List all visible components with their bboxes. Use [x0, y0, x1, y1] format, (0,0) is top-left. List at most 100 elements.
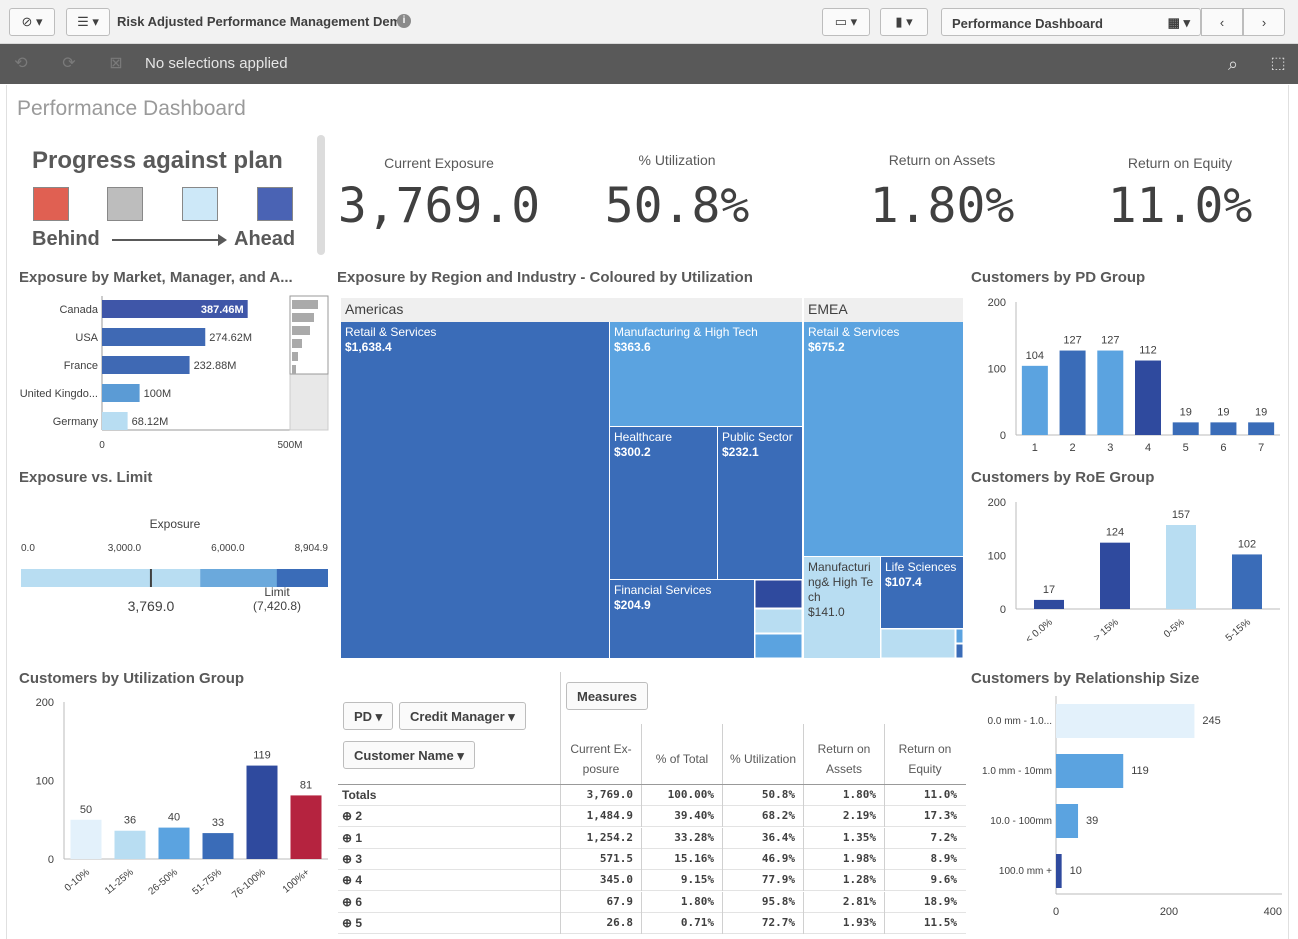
table-cell: 26.8 [560, 912, 641, 934]
table-cell: 95.8% [722, 891, 803, 913]
treemap-tile-value: $1,638.4 [345, 340, 392, 354]
sheet-selector[interactable]: Performance Dashboard ▦ ▾ [941, 8, 1201, 36]
relationship-size-chart[interactable]: 0.0 mm - 1.0... 245 1.0 mm - 10mm 119 10.0 -… [970, 692, 1285, 920]
market-exposure-chart[interactable]: Canada 387.46M USA 274.62M France 232.88M Unit… [18, 292, 330, 454]
dimension-pd-button[interactable]: PD ▾ [343, 702, 394, 730]
bar[interactable] [202, 833, 234, 859]
table-cell: 50.8% [722, 785, 803, 806]
treemap-tile-label: Financial Services [614, 583, 711, 597]
market-data-label: 100M [144, 388, 172, 400]
next-sheet-button[interactable]: › [1243, 8, 1285, 36]
app-title: Risk Adjusted Performance Management Dem… [117, 14, 410, 29]
x-tick-label: 76-100% [230, 867, 268, 901]
compass-icon: ⊘ ▾ [21, 14, 43, 29]
table-totals-row[interactable]: Totals 3,769.0 100.00% 50.8% 1.80% 11.0% [338, 785, 966, 806]
table-row[interactable]: ⊕ 1 1,254.2 33.28% 36.4% 1.35% 7.2% [338, 827, 966, 849]
bar[interactable] [290, 795, 322, 859]
bar[interactable] [1097, 350, 1124, 435]
bar[interactable] [1232, 554, 1262, 609]
bar-data-label: 19 [1180, 406, 1192, 418]
table-cell: 1.80% [803, 785, 884, 806]
column-header[interactable]: Current Ex-posure [560, 724, 641, 784]
bookmark-button[interactable]: ▮ ▾ [880, 8, 928, 36]
bar-data-label: 157 [1172, 509, 1190, 521]
selection-status: No selections applied [145, 55, 288, 72]
market-bar[interactable] [102, 328, 206, 346]
pd-group-chart[interactable]: 0 100 200 104 1 127 2 127 3 112 4 19 5 19 6 19 7 [970, 292, 1285, 458]
row-key: ⊕ 1 [342, 830, 363, 845]
bar[interactable] [158, 827, 190, 859]
bar[interactable] [114, 830, 146, 859]
treemap-tile [754, 633, 803, 659]
table-cell: 46.9% [722, 848, 803, 870]
legend-swatch-neutral [107, 187, 143, 221]
bar[interactable] [246, 765, 278, 859]
rel-bar[interactable] [1056, 704, 1195, 738]
roe-group-chart[interactable]: 0 100 200 17 < 0.0% 124 > 15% 157 0-5% 102 5-15% [970, 492, 1285, 650]
bar-data-label: 102 [1238, 538, 1256, 550]
table-cell: 100.00% [641, 785, 722, 806]
bar[interactable] [1210, 422, 1237, 435]
column-header[interactable]: Return on Equity [884, 724, 965, 784]
rel-category-label: 0.0 mm - 1.0... [988, 716, 1052, 727]
market-bar[interactable] [102, 412, 128, 430]
treemap-tile-value: $107.4 [885, 575, 922, 589]
rel-bar[interactable] [1056, 754, 1124, 788]
previous-sheet-button[interactable]: ‹ [1201, 8, 1243, 36]
table-row[interactable]: ⊕ 5 26.8 0.71% 72.7% 1.93% 11.5% [338, 912, 966, 934]
table-row[interactable]: ⊕ 4 345.0 9.15% 77.9% 1.28% 9.6% [338, 870, 966, 892]
clear-selection-icon[interactable]: ⊠ [104, 52, 128, 76]
bar[interactable] [1059, 350, 1086, 435]
forward-selection-icon[interactable]: ⟳ [57, 52, 81, 76]
bar[interactable] [70, 819, 102, 859]
treemap-region-label: EMEA [808, 301, 848, 317]
table-row[interactable]: ⊕ 3 571.5 15.16% 46.9% 1.98% 8.9% [338, 848, 966, 870]
table-row[interactable]: ⊕ 2 1,484.9 39.40% 68.2% 2.19% 17.3% [338, 806, 966, 828]
selection-tool-icon[interactable]: ⬚ [1266, 52, 1290, 76]
treemap-tile-value: $141.0 [808, 605, 845, 619]
table-cell: 39.40% [641, 806, 722, 828]
dimension-customer-name-button[interactable]: Customer Name ▾ [343, 741, 475, 769]
column-header[interactable]: Return on Assets [803, 724, 884, 784]
bullet-value-marker [149, 569, 152, 587]
chevron-left-icon: ‹ [1219, 14, 1225, 30]
y-tick-label: 0 [1000, 604, 1006, 616]
treemap-tile-label: Manufacturing & High Tech [614, 325, 758, 339]
bar[interactable] [1248, 422, 1275, 435]
column-header[interactable]: % Utilization [722, 724, 803, 784]
treemap-tile [955, 628, 963, 644]
treemap-tile-value: $675.2 [808, 340, 845, 354]
info-icon[interactable]: i [397, 14, 411, 28]
sheets-menu-button[interactable]: ☰ ▾ [66, 8, 110, 36]
sheet-selector-label: Performance Dashboard [952, 16, 1103, 31]
measures-button[interactable]: Measures [566, 682, 648, 710]
bar[interactable] [1034, 599, 1064, 609]
rel-bar[interactable] [1056, 804, 1079, 838]
rel-data-label: 10 [1070, 865, 1082, 877]
bar[interactable] [1021, 365, 1048, 435]
table-row[interactable]: ⊕ 6 67.9 1.80% 95.8% 2.81% 18.9% [338, 891, 966, 913]
navigation-button[interactable]: ⊘ ▾ [9, 8, 55, 36]
search-icon[interactable]: ⌕ [1221, 52, 1245, 76]
rel-bar[interactable] [1056, 854, 1062, 888]
kpi-value-exposure: 3,769.0 [337, 178, 541, 234]
bar[interactable] [1166, 525, 1196, 609]
treemap-region-header [341, 298, 802, 322]
bar[interactable] [1135, 360, 1161, 435]
dimension-credit-manager-button[interactable]: Credit Manager ▾ [399, 702, 526, 730]
x-tick-label: 3 [1107, 442, 1113, 454]
bar[interactable] [1100, 542, 1130, 609]
market-minichart-mark [292, 339, 302, 348]
legend-label-ahead: Ahead [234, 228, 296, 250]
utilization-group-chart[interactable]: 0 100 200 50 0-10% 36 11-25% 40 26-50% 33 51-75% 11… [18, 692, 333, 902]
present-button[interactable]: ▭ ▾ [822, 8, 870, 36]
market-bar[interactable] [102, 384, 140, 402]
market-bar[interactable] [102, 356, 190, 374]
exposure-limit-chart[interactable]: Exposure 0.0 3,000.0 6,000.0 8,904.9 3,769.0 L… [18, 510, 333, 620]
region-industry-treemap[interactable]: Americas EMEARetail & Services$1,638.4Man… [341, 298, 963, 659]
kpi-label-roa: Return on Assets [888, 152, 996, 168]
column-header[interactable]: % of Total [641, 724, 722, 784]
back-selection-icon[interactable]: ⟲ [9, 52, 33, 76]
bar[interactable] [1172, 422, 1199, 435]
kpi-value-utilization: 50.8% [604, 178, 750, 234]
